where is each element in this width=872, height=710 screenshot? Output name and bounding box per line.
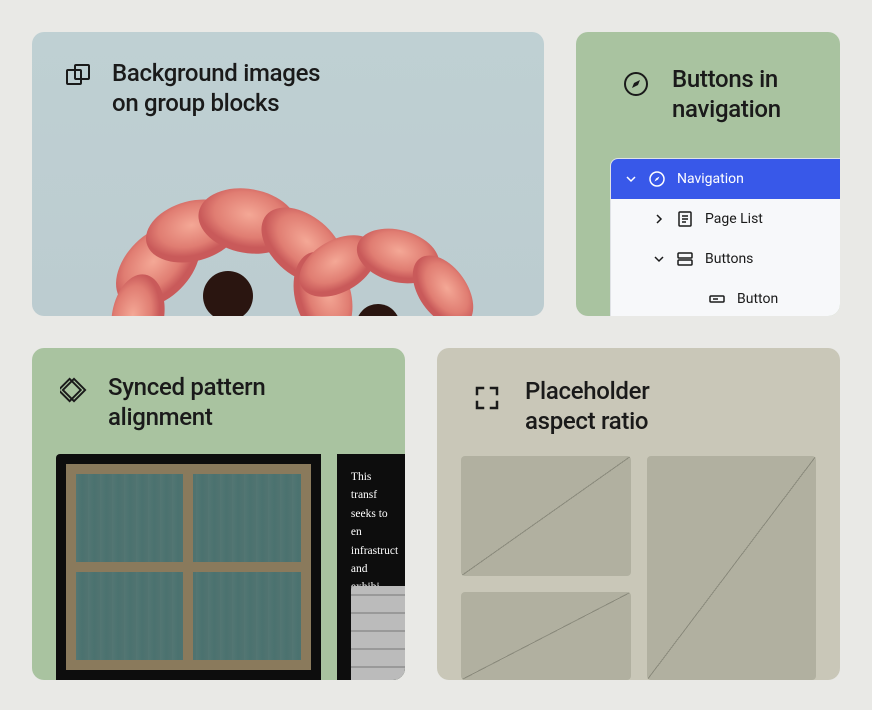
tree-item-page-list[interactable]: Page List [611, 199, 840, 239]
aspect-ratio-icon [473, 384, 501, 412]
tree-item-label: Navigation [677, 171, 744, 187]
compass-icon [622, 70, 650, 98]
flower-image [68, 136, 508, 316]
card-background-images[interactable]: Background images on group blocks [32, 32, 544, 316]
tree-item-buttons[interactable]: Buttons [611, 239, 840, 279]
pattern-preview: This transf seeks to en infrastruct and … [56, 454, 405, 680]
card-synced-pattern[interactable]: Synced pattern alignment This transf see… [32, 348, 405, 680]
card-buttons-navigation[interactable]: Buttons in navigation Navigation [576, 32, 840, 316]
tree-item-label: Page List [705, 211, 763, 227]
compass-icon [647, 169, 667, 189]
tree-item-navigation[interactable]: Navigation [611, 159, 840, 199]
tree-item-button[interactable]: Button [611, 279, 840, 316]
page-list-icon [675, 209, 695, 229]
window-image [56, 454, 321, 680]
placeholder-box [461, 456, 631, 576]
tree-item-label: Button [737, 291, 778, 307]
chevron-down-icon [625, 174, 637, 184]
pattern-text: This transf seeks to en infrastruct and … [337, 454, 405, 680]
card-title: Buttons in navigation [672, 64, 781, 124]
card-title: Synced pattern alignment [108, 372, 265, 432]
placeholder-grid [461, 456, 816, 680]
synced-pattern-icon [60, 376, 88, 404]
card-title: Background images on group blocks [112, 58, 320, 118]
card-header: Buttons in navigation [576, 32, 840, 124]
stairs-image [351, 586, 405, 680]
placeholder-box [461, 592, 631, 680]
button-icon [707, 289, 727, 309]
card-header: Placeholder aspect ratio [437, 348, 840, 436]
buttons-icon [675, 249, 695, 269]
group-icon [64, 62, 92, 90]
block-tree-panel: Navigation Page List [610, 158, 840, 316]
chevron-right-icon [653, 214, 665, 224]
card-header: Background images on group blocks [32, 32, 544, 118]
tree-item-label: Buttons [705, 251, 753, 267]
card-title: Placeholder aspect ratio [525, 376, 649, 436]
card-header: Synced pattern alignment [32, 348, 405, 432]
chevron-down-icon [653, 254, 665, 264]
placeholder-box [647, 456, 816, 680]
card-placeholder-aspect[interactable]: Placeholder aspect ratio [437, 348, 840, 680]
